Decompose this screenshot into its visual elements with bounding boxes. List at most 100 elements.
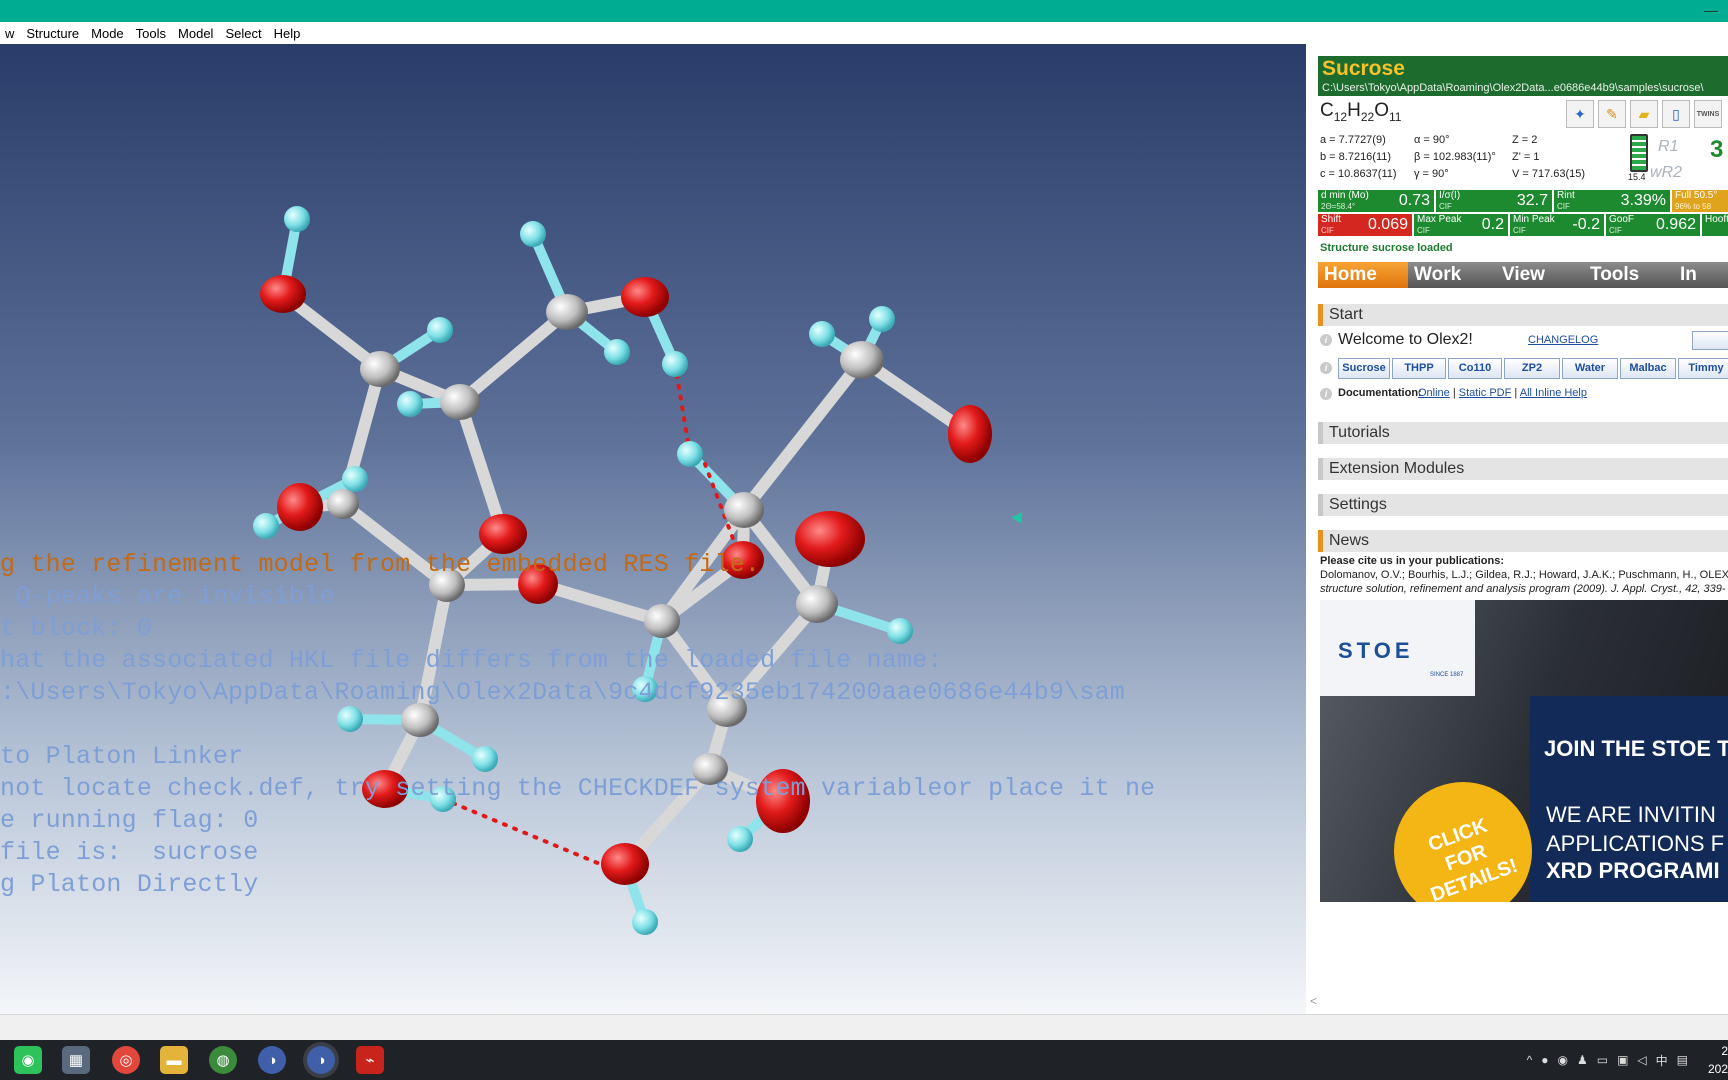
twins-icon[interactable]: TWINS: [1694, 100, 1722, 128]
stat-max-peak[interactable]: Max Peak CIF 0.2: [1414, 214, 1508, 236]
documentation-row: i Documentation: Online | Static PDF | A…: [1318, 386, 1728, 402]
molecule-viewer[interactable]: g the refinement model from the embedded…: [0, 44, 1306, 1014]
stoe-advert-banner[interactable]: STOE SINCE 1887 JOIN THE STOE T WE ARE I…: [1320, 600, 1728, 902]
console-line: not locate check.def, try setting the CH…: [0, 774, 1156, 803]
stat-i-sigma[interactable]: I/σ(I) CIF 32.7: [1436, 190, 1552, 212]
menu-select[interactable]: Select: [220, 26, 268, 41]
section-settings[interactable]: Settings: [1318, 494, 1728, 516]
sample-malbac-button[interactable]: Malbac: [1620, 358, 1676, 379]
minimize-icon[interactable]: —: [1704, 2, 1718, 18]
doc-inline-help-link[interactable]: All Inline Help: [1520, 387, 1587, 399]
network-icon[interactable]: ▣: [1617, 1053, 1628, 1067]
section-start[interactable]: Start: [1318, 304, 1728, 326]
sample-water-button[interactable]: Water: [1562, 358, 1618, 379]
wr2-label: wR2: [1650, 164, 1683, 181]
formula-count: 22: [1360, 109, 1375, 124]
menu-mode[interactable]: Mode: [86, 26, 131, 41]
file-explorer-icon[interactable]: ▬: [160, 1046, 188, 1074]
tab-work[interactable]: Work: [1408, 262, 1498, 288]
window-titlebar: —: [0, 0, 1728, 22]
console-line: file is: sucrose: [0, 838, 259, 867]
menu-help[interactable]: Help: [269, 26, 308, 41]
stat-sub: 96% to 58: [1675, 202, 1712, 211]
stat-shift[interactable]: Shift CIF 0.069: [1318, 214, 1412, 236]
console-line: g Platon Directly: [0, 870, 259, 899]
stat-hooft[interactable]: Hooft: [1702, 214, 1728, 236]
tab-tools[interactable]: Tools: [1584, 262, 1676, 288]
tab-home[interactable]: Home: [1318, 262, 1410, 288]
menu-view[interactable]: w: [0, 26, 21, 41]
tab-view[interactable]: View: [1496, 262, 1586, 288]
sample-sucrose-button[interactable]: Sucrose: [1338, 358, 1390, 379]
volume-icon[interactable]: ◁: [1637, 1053, 1646, 1067]
info-icon[interactable]: i: [1320, 388, 1332, 400]
section-extension-modules[interactable]: Extension Modules: [1318, 458, 1728, 480]
unit-cell-parameters: a = 7.7727(9) b = 8.7216(11) c = 10.8637…: [1318, 132, 1588, 184]
olex2-active-icon[interactable]: ◑: [307, 1046, 335, 1074]
folder-icon[interactable]: ▰: [1630, 100, 1658, 128]
sample-timmy-button[interactable]: Timmy: [1678, 358, 1728, 379]
pencil-icon[interactable]: ✎: [1598, 100, 1626, 128]
formula-element: C: [1320, 100, 1334, 121]
battery-tray-icon[interactable]: ▭: [1597, 1053, 1608, 1067]
formula-count: 11: [1388, 109, 1402, 124]
wand-icon[interactable]: ✦: [1566, 100, 1594, 128]
calculator-icon[interactable]: ▦: [62, 1046, 90, 1074]
info-icon[interactable]: i: [1320, 362, 1332, 374]
formula-element: H: [1347, 100, 1361, 121]
menu-structure[interactable]: Structure: [21, 26, 86, 41]
documentation-label: Documentation:: [1338, 387, 1422, 399]
stoe-since-text: SINCE 1887: [1430, 672, 1464, 678]
olex2-icon[interactable]: ◑: [258, 1046, 286, 1074]
sample-thpp-button[interactable]: THPP: [1392, 358, 1446, 379]
section-news[interactable]: News: [1318, 530, 1728, 552]
wechat-icon[interactable]: ◉: [14, 1046, 42, 1074]
chrome-icon[interactable]: ◎: [112, 1046, 140, 1074]
advert-invite-line: WE ARE INVITIN: [1546, 802, 1716, 827]
structure-header: Sucrose C:\Users\Tokyo\AppData\Roaming\O…: [1318, 56, 1728, 96]
r1-value: 3: [1710, 136, 1724, 163]
console-line: :\Users\Tokyo\AppData\Roaming\Olex2Data\…: [0, 678, 1125, 707]
cell-a: a = 7.7727(9): [1320, 134, 1386, 146]
notification-icon[interactable]: ▤: [1677, 1053, 1688, 1067]
pdf-reader-icon[interactable]: ⌁: [356, 1046, 384, 1074]
stat-label: GooF: [1609, 214, 1635, 225]
stat-min-peak[interactable]: Min Peak CIF -0.2: [1510, 214, 1604, 236]
stoe-logo-text: STOE: [1338, 638, 1414, 663]
clock[interactable]: 2 202: [1688, 1042, 1728, 1078]
tray-chevron-up-icon[interactable]: ^: [1527, 1053, 1533, 1067]
cell-b: b = 8.7216(11): [1320, 151, 1392, 163]
section-tutorials[interactable]: Tutorials: [1318, 422, 1728, 444]
scroll-left-icon[interactable]: <: [1310, 994, 1317, 1008]
qq-icon[interactable]: ♟: [1577, 1053, 1588, 1067]
control-panel: Sucrose C:\Users\Tokyo\AppData\Roaming\O…: [1306, 44, 1728, 1014]
stat-sub: 2Θ=58.4°: [1321, 202, 1356, 211]
tray-wechat-icon[interactable]: ◉: [1557, 1053, 1567, 1067]
notebook-icon[interactable]: ▯: [1662, 100, 1690, 128]
crysalis-icon[interactable]: ◍: [209, 1046, 237, 1074]
menu-bar: w Structure Mode Tools Model Select Help: [0, 22, 1728, 44]
stat-dmin[interactable]: d min (Mo) 2Θ=58.4° 0.73: [1318, 190, 1434, 212]
doc-online-link[interactable]: Online: [1418, 387, 1450, 399]
stat-rint[interactable]: Rint CIF 3.39%: [1554, 190, 1670, 212]
structure-path[interactable]: C:\Users\Tokyo\AppData\Roaming\Olex2Data…: [1322, 82, 1704, 94]
stat-sub: CIF: [1439, 202, 1452, 211]
doc-pdf-link[interactable]: Static PDF: [1459, 387, 1512, 399]
open-button[interactable]: [1692, 331, 1728, 350]
tab-info[interactable]: In: [1674, 262, 1728, 288]
sample-zp2-button[interactable]: ZP2: [1504, 358, 1560, 379]
changelog-link[interactable]: CHANGELOG: [1528, 334, 1598, 346]
menu-tools[interactable]: Tools: [131, 26, 173, 41]
input-language[interactable]: 中: [1656, 1052, 1668, 1069]
samples-row: i Sucrose THPP Co110 ZP2 Water Malbac Ti…: [1318, 358, 1728, 379]
stat-sub: CIF: [1321, 226, 1334, 235]
microphone-icon[interactable]: ●: [1541, 1053, 1548, 1067]
info-icon[interactable]: i: [1320, 334, 1332, 346]
menu-model[interactable]: Model: [173, 26, 220, 41]
cell-beta: β = 102.983(11)°: [1414, 151, 1496, 163]
chemical-formula: C12H22O11: [1320, 100, 1401, 124]
stat-completeness[interactable]: Full 50.5° 96% to 58: [1672, 190, 1728, 212]
stat-goof[interactable]: GooF CIF 0.962: [1606, 214, 1700, 236]
formula-element: O: [1374, 100, 1389, 121]
sample-co110-button[interactable]: Co110: [1448, 358, 1502, 379]
